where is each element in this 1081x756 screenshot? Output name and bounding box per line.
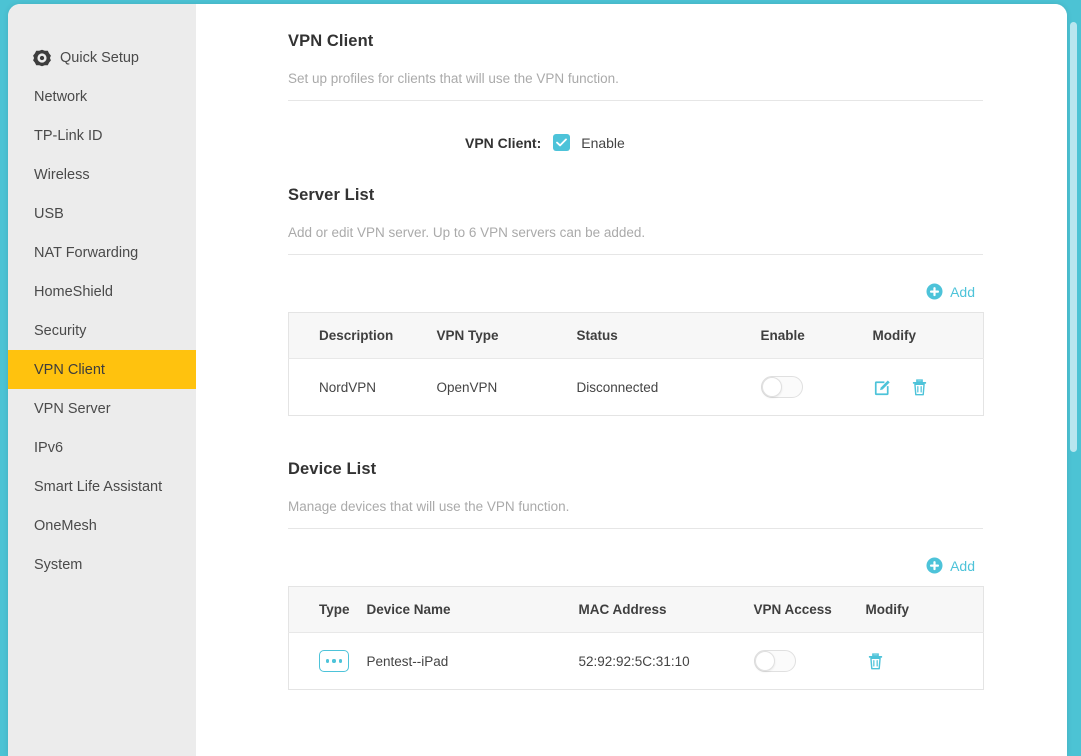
sidebar-item-onemesh[interactable]: OneMesh <box>8 506 196 545</box>
sidebar-item-label: OneMesh <box>34 517 97 534</box>
column-header-vpn-access: VPN Access <box>751 586 864 633</box>
device-modify-cell <box>863 632 984 690</box>
device-list-add-label: Add <box>950 557 975 574</box>
device-name-cell: Pentest--iPad <box>366 632 577 690</box>
dot <box>332 659 336 663</box>
vpn-client-enable-row: VPN Client: Enable <box>288 134 983 151</box>
sidebar-item-label: Quick Setup <box>60 49 139 66</box>
device-dots-icon <box>319 650 349 672</box>
sidebar-item-vpn-client[interactable]: VPN Client <box>8 350 196 389</box>
delete-icon[interactable] <box>910 378 929 397</box>
sidebar-item-wireless[interactable]: Wireless <box>8 155 196 194</box>
column-header-vpn-type: VPN Type <box>436 312 577 359</box>
server-list-title: Server List <box>288 186 375 204</box>
device-type-cell <box>288 632 367 690</box>
sidebar-item-label: USB <box>34 205 64 222</box>
sidebar-item-smart-life-assistant[interactable]: Smart Life Assistant <box>8 467 196 506</box>
toggle-knob <box>754 651 775 671</box>
sidebar-item-quick-setup[interactable]: Quick Setup <box>8 38 196 77</box>
device-vpn-access-cell <box>751 632 864 690</box>
device-vpn-access-toggle[interactable] <box>753 650 796 672</box>
server-list-add-label: Add <box>950 283 975 300</box>
table-header-row: Description VPN Type Status Enable Modif… <box>288 312 984 359</box>
plus-circle-icon <box>926 283 943 300</box>
device-list-section: Device List Manage devices that will use… <box>288 460 984 690</box>
sidebar-item-vpn-server[interactable]: VPN Server <box>8 389 196 428</box>
plus-circle-icon <box>926 557 943 574</box>
sidebar-item-label: NAT Forwarding <box>34 244 139 261</box>
vpn-client-enable-checkbox[interactable] <box>553 134 571 151</box>
router-admin-card: Quick Setup Network TP-Link ID Wireless … <box>8 4 1067 756</box>
table-row: NordVPN OpenVPN Disconnected <box>288 358 984 416</box>
sidebar-item-system[interactable]: System <box>8 545 196 584</box>
device-list-table: Type Device Name MAC Address VPN Access … <box>288 586 984 690</box>
gear-icon <box>32 48 51 67</box>
delete-icon[interactable] <box>866 652 885 671</box>
sidebar-item-network[interactable]: Network <box>8 77 196 116</box>
vpn-client-section: VPN Client Set up profiles for clients t… <box>288 32 983 151</box>
server-modify-cell <box>868 358 984 416</box>
table-row: Pentest--iPad 52:92:92:5C:31:10 <box>288 632 984 690</box>
sidebar-item-nat-forwarding[interactable]: NAT Forwarding <box>8 233 196 272</box>
sidebar-item-ipv6[interactable]: IPv6 <box>8 428 196 467</box>
column-header-mac-address: MAC Address <box>576 586 752 633</box>
main-content: VPN Client Set up profiles for clients t… <box>196 4 1067 756</box>
vpn-client-field-label: VPN Client: <box>465 134 542 151</box>
sidebar-item-tp-link-id[interactable]: TP-Link ID <box>8 116 196 155</box>
sidebar-item-label: VPN Server <box>34 400 111 417</box>
server-vpn-type-cell: OpenVPN <box>436 358 577 416</box>
column-header-modify: Modify <box>868 312 984 359</box>
vpn-client-description: Set up profiles for clients that will us… <box>288 71 983 101</box>
page-scrollbar-thumb[interactable] <box>1070 22 1077 452</box>
sidebar-item-label: HomeShield <box>34 283 113 300</box>
check-icon <box>556 138 568 147</box>
table-header-row: Type Device Name MAC Address VPN Access … <box>288 586 984 633</box>
sidebar-item-usb[interactable]: USB <box>8 194 196 233</box>
device-list-title: Device List <box>288 460 377 478</box>
sidebar-item-label: Wireless <box>34 166 90 183</box>
sidebar-item-label: Smart Life Assistant <box>34 478 163 495</box>
sidebar-item-label: IPv6 <box>34 439 64 456</box>
page-background: Quick Setup Network TP-Link ID Wireless … <box>0 0 1081 756</box>
sidebar-item-label: VPN Client <box>34 361 105 378</box>
server-list-add-row: Add <box>288 283 983 300</box>
device-list-add-button[interactable]: Add <box>926 557 975 574</box>
server-list-description: Add or edit VPN server. Up to 6 VPN serv… <box>288 225 983 255</box>
server-enable-cell <box>758 358 869 416</box>
server-list-add-button[interactable]: Add <box>926 283 975 300</box>
device-list-description: Manage devices that will use the VPN fun… <box>288 499 983 529</box>
server-status-cell: Disconnected <box>576 358 759 416</box>
column-header-modify: Modify <box>863 586 984 633</box>
toggle-knob <box>761 377 782 397</box>
dot <box>338 659 343 663</box>
sidebar-item-security[interactable]: Security <box>8 311 196 350</box>
dot <box>325 659 330 663</box>
column-header-device-name: Device Name <box>366 586 577 633</box>
server-description-cell: NordVPN <box>288 358 437 416</box>
sidebar-item-label: System <box>34 556 83 573</box>
server-enable-toggle[interactable] <box>760 376 803 398</box>
vpn-client-title: VPN Client <box>288 32 374 50</box>
sidebar-item-label: Security <box>34 322 87 339</box>
sidebar-item-label: Network <box>34 88 88 105</box>
device-mac-address-cell: 52:92:92:5C:31:10 <box>576 632 752 690</box>
device-list-add-row: Add <box>288 557 983 574</box>
column-header-type: Type <box>288 586 367 633</box>
column-header-status: Status <box>576 312 759 359</box>
server-list-table: Description VPN Type Status Enable Modif… <box>288 312 984 416</box>
sidebar-item-homeshield[interactable]: HomeShield <box>8 272 196 311</box>
column-header-description: Description <box>288 312 437 359</box>
edit-icon[interactable] <box>873 378 892 397</box>
vpn-client-enable-label: Enable <box>581 134 625 151</box>
server-list-section: Server List Add or edit VPN server. Up t… <box>288 186 984 416</box>
sidebar-nav: Quick Setup Network TP-Link ID Wireless … <box>8 4 196 756</box>
sidebar-item-label: TP-Link ID <box>34 127 103 144</box>
column-header-enable: Enable <box>758 312 869 359</box>
